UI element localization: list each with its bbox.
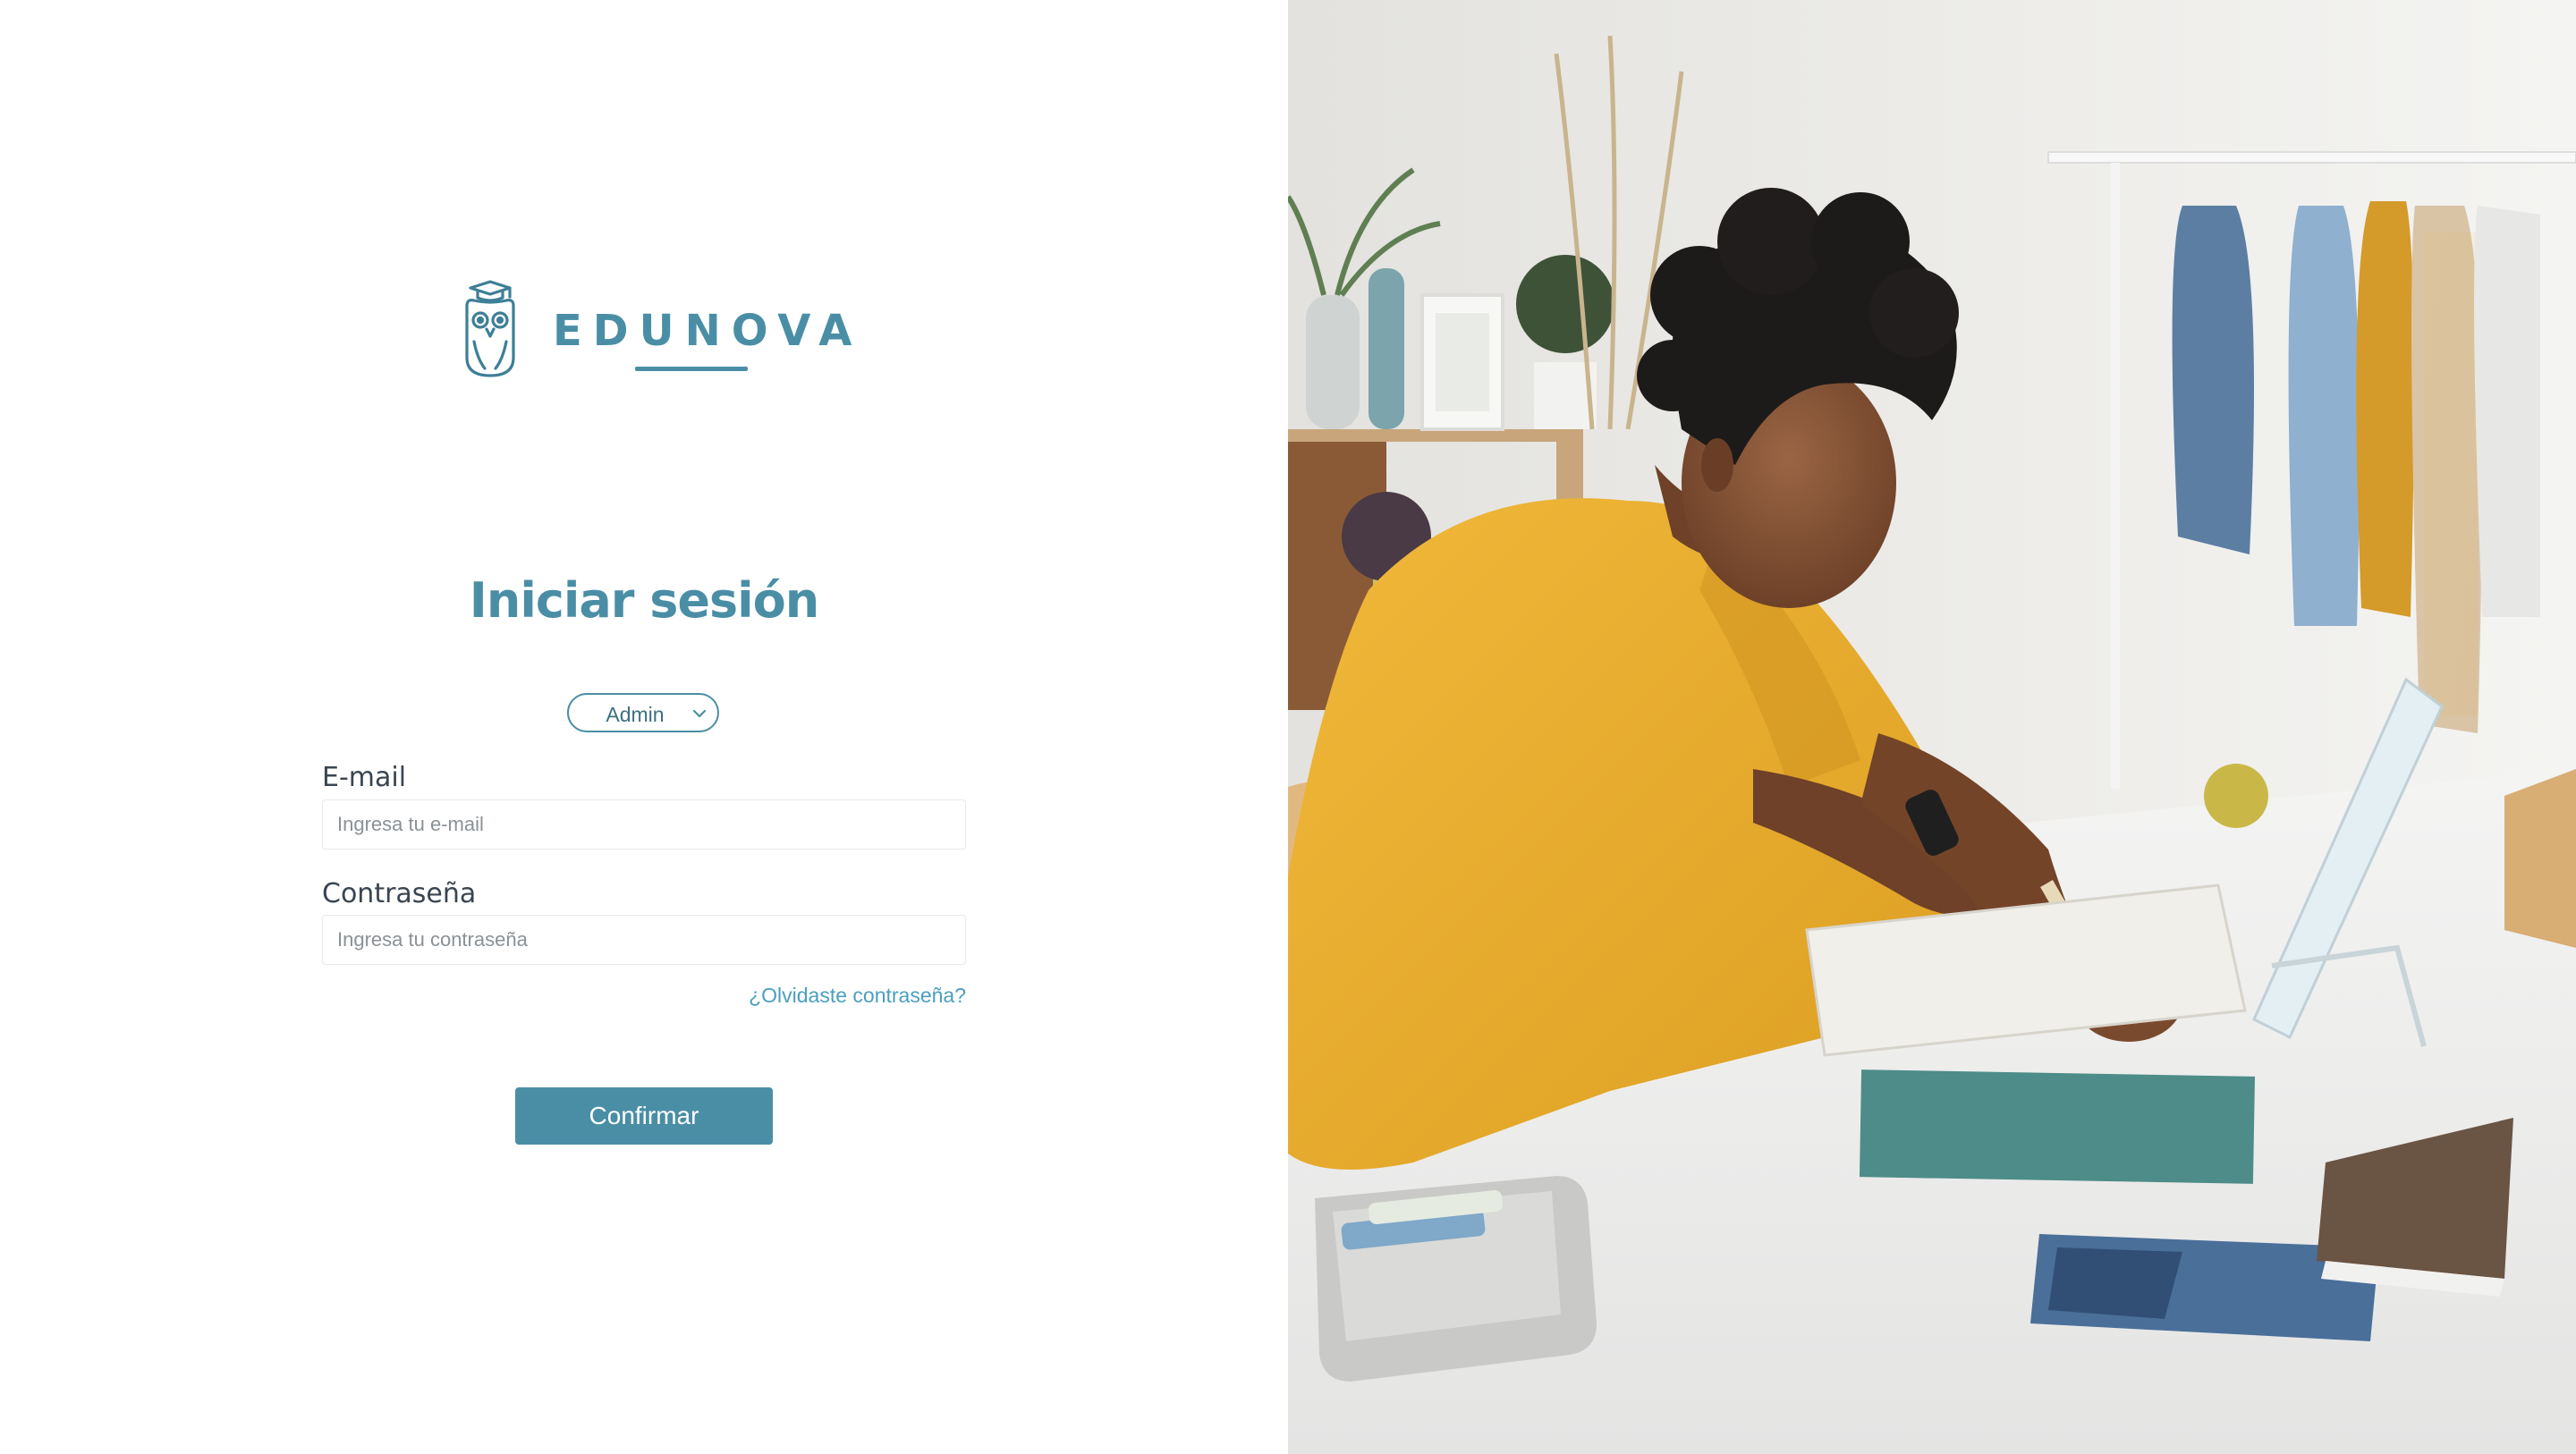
- email-label: E-mail: [322, 762, 407, 793]
- page-title: Iniciar sesión: [469, 572, 819, 629]
- password-field[interactable]: [322, 915, 966, 965]
- login-page: EDUNOVA Iniciar sesión Admin E-mail Cont…: [0, 0, 2576, 1454]
- chevron-down-icon: [692, 709, 707, 718]
- brand-logo: EDUNOVA: [458, 279, 852, 383]
- brand-wordmark: EDUNOVA: [553, 306, 863, 356]
- forgot-password-link[interactable]: ¿Olvidaste contraseña?: [749, 984, 966, 1008]
- owl-logo-icon: [465, 280, 515, 377]
- email-field[interactable]: [322, 799, 966, 850]
- role-selected-value: Admin: [606, 703, 665, 726]
- brand-underline: [635, 367, 748, 371]
- student-photo-illustration: [1288, 0, 2576, 1454]
- confirm-button[interactable]: Confirmar: [515, 1087, 773, 1145]
- role-select[interactable]: Admin: [567, 693, 719, 732]
- hero-image: [1288, 0, 2576, 1454]
- login-panel: EDUNOVA Iniciar sesión Admin E-mail Cont…: [0, 0, 1288, 1454]
- password-label: Contraseña: [322, 878, 477, 909]
